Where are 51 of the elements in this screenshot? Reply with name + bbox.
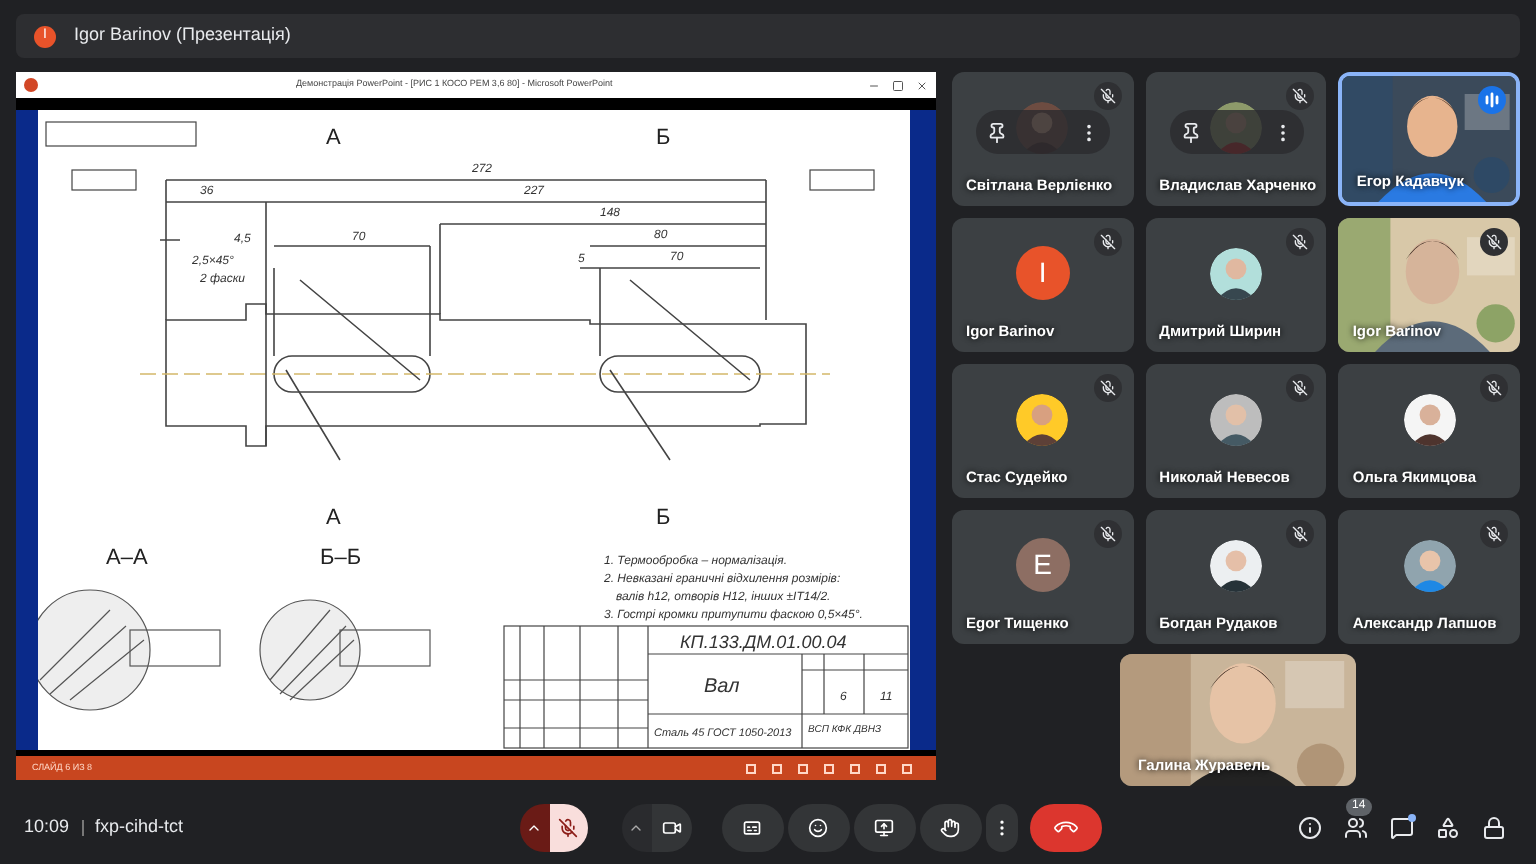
speaking-icon	[1477, 86, 1506, 114]
leave-call-button[interactable]	[1029, 803, 1102, 851]
drawing-number: КП.133.ДМ.01.00.04	[680, 632, 847, 652]
present-screen-icon	[874, 817, 895, 837]
view-icon[interactable]	[798, 763, 808, 773]
view-icon[interactable]	[850, 763, 860, 773]
section-mark: А	[326, 126, 341, 150]
close-icon[interactable]	[916, 79, 928, 91]
microphone-button[interactable]	[549, 803, 588, 851]
section-mark: Б	[656, 126, 671, 150]
avatar-icon	[1209, 393, 1262, 445]
section-title: Б–Б	[320, 546, 362, 570]
view-icon[interactable]	[876, 763, 886, 773]
avatar-icon	[1403, 393, 1456, 445]
camera-button[interactable]	[651, 803, 692, 851]
emoji-button[interactable]	[787, 803, 850, 851]
section-title: А–А	[106, 546, 148, 570]
view-icon[interactable]	[746, 763, 756, 773]
present-button[interactable]	[853, 803, 916, 851]
view-icon[interactable]	[772, 763, 782, 773]
meeting-code: fxp-cihd-tct	[95, 813, 184, 840]
info-icon[interactable]	[1298, 815, 1322, 839]
mic-off-icon	[558, 817, 579, 837]
smiley-icon	[808, 817, 829, 837]
captions-button[interactable]	[721, 803, 784, 851]
pin-icon[interactable]	[986, 121, 1008, 143]
avatar-icon	[1016, 393, 1069, 445]
hand-icon	[940, 817, 961, 837]
view-icon[interactable]	[824, 763, 834, 773]
avatar-icon	[1209, 247, 1262, 299]
chat-icon[interactable]	[1390, 815, 1414, 839]
powerpoint-icon	[24, 78, 38, 92]
section-mark: Б	[656, 506, 671, 530]
raise-hand-button[interactable]	[919, 803, 982, 851]
view-icon[interactable]	[902, 763, 912, 773]
lock-icon[interactable]	[1482, 815, 1506, 839]
maximize-icon[interactable]	[892, 79, 904, 91]
more-options-button[interactable]	[985, 803, 1018, 851]
activities-icon[interactable]	[1436, 815, 1460, 839]
camera-icon	[661, 817, 682, 837]
section-mark: А	[326, 506, 341, 530]
pin-icon[interactable]	[1179, 121, 1202, 143]
clock: 10:09	[24, 813, 70, 840]
avatar-initial: I	[1015, 246, 1070, 300]
avatar-initial: E	[1015, 538, 1070, 592]
avatar-icon	[1209, 539, 1262, 591]
avatar-icon	[1403, 539, 1456, 591]
people-icon[interactable]	[1344, 815, 1368, 839]
part-name: Вал	[704, 676, 740, 698]
presenter-title: Igor Barinov (Презентація)	[74, 22, 291, 49]
captions-icon	[742, 817, 763, 837]
